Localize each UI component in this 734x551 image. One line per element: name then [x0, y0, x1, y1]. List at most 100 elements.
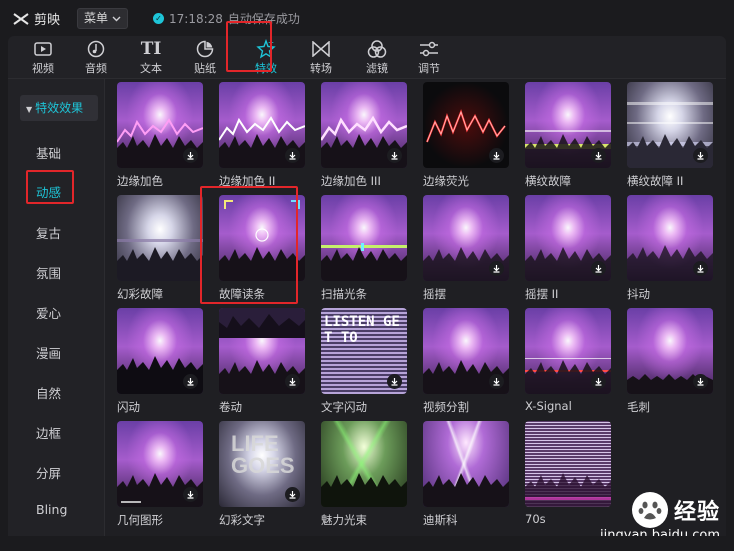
- download-icon[interactable]: [183, 148, 198, 163]
- effect-tile[interactable]: 抖动: [627, 195, 713, 302]
- effect-label: X-Signal: [525, 399, 572, 413]
- menu-button[interactable]: 菜单: [77, 8, 129, 29]
- effect-tile[interactable]: 边缘加色 III: [321, 82, 407, 189]
- category-basic[interactable]: 基础: [36, 143, 61, 162]
- adjust-icon: [420, 41, 438, 57]
- effect-tile[interactable]: 边缘荧光: [423, 82, 509, 189]
- effect-tile[interactable]: 边缘加色 II: [219, 82, 305, 189]
- download-icon[interactable]: [591, 261, 606, 276]
- effect-tile[interactable]: 边缘加色: [117, 82, 203, 189]
- effect-tile[interactable]: 卷动: [219, 308, 305, 415]
- tab-adjust[interactable]: 调节: [406, 39, 452, 77]
- category-nature[interactable]: 自然: [36, 383, 61, 402]
- download-icon[interactable]: [285, 374, 300, 389]
- effect-thumbnail: [117, 195, 203, 281]
- effect-tile[interactable]: LIFE GOES 幻彩文字: [219, 421, 305, 528]
- effect-tile[interactable]: 几何图形: [117, 421, 203, 528]
- baidu-paw-icon: [631, 492, 668, 528]
- download-icon[interactable]: [387, 374, 402, 389]
- category-border[interactable]: 边框: [36, 423, 61, 442]
- effect-tile[interactable]: LISTEN GET TO 文字闪动: [321, 308, 407, 415]
- tab-text[interactable]: TI 文本: [128, 39, 174, 77]
- download-icon[interactable]: [489, 261, 504, 276]
- tab-video[interactable]: 视频: [20, 39, 66, 77]
- tab-text-label: 文本: [140, 62, 162, 75]
- effect-label: 视频分割: [423, 400, 469, 414]
- download-icon[interactable]: [591, 148, 606, 163]
- effect-thumbnail: [525, 421, 611, 507]
- download-icon[interactable]: [693, 374, 708, 389]
- download-icon[interactable]: [183, 487, 198, 502]
- effect-label: 闪动: [117, 400, 140, 414]
- category-comic[interactable]: 漫画: [36, 343, 61, 362]
- effect-thumbnail: [117, 308, 203, 394]
- category-love[interactable]: 爱心: [36, 303, 61, 322]
- effect-tile[interactable]: 摇摆: [423, 195, 509, 302]
- crowd-silhouette: [321, 247, 407, 281]
- title-bar: 剪映 菜单 ✓ 17:18:28 自动保存成功: [0, 0, 734, 36]
- effect-tile[interactable]: 扫描光条: [321, 195, 407, 302]
- effect-label: 几何图形: [117, 513, 163, 527]
- text-icon: TI: [140, 39, 162, 59]
- effect-label: 文字闪动: [321, 400, 367, 414]
- download-icon[interactable]: [387, 148, 402, 163]
- effect-thumbnail: [423, 308, 509, 394]
- effect-tile[interactable]: 横纹故障 II: [627, 82, 713, 189]
- effect-label: 摇摆 II: [525, 287, 559, 301]
- download-icon[interactable]: [693, 261, 708, 276]
- effect-thumbnail: [525, 82, 611, 168]
- tab-filter[interactable]: 滤镜: [354, 39, 400, 77]
- category-retro[interactable]: 复古: [36, 223, 61, 242]
- video-icon: [34, 42, 52, 56]
- effect-tile[interactable]: X-Signal: [525, 308, 611, 413]
- download-icon[interactable]: [489, 374, 504, 389]
- effect-label: 摇摆: [423, 287, 446, 301]
- highlight-effects-tab: [226, 21, 272, 72]
- download-icon[interactable]: [693, 148, 708, 163]
- effect-tile[interactable]: 魅力光束: [321, 421, 407, 528]
- check-icon: ✓: [153, 13, 164, 24]
- effect-label: 幻彩文字: [219, 513, 265, 527]
- category-atmosphere[interactable]: 氛围: [36, 263, 61, 282]
- category-split-screen[interactable]: 分屏: [36, 463, 61, 482]
- effect-tile[interactable]: 幻彩故障: [117, 195, 203, 302]
- tab-audio[interactable]: 音频: [73, 39, 119, 77]
- download-icon[interactable]: [183, 374, 198, 389]
- capcut-logo-icon: [13, 12, 29, 25]
- tab-sticker[interactable]: 贴纸: [182, 39, 228, 77]
- effect-tile[interactable]: 毛刺: [627, 308, 713, 415]
- effect-thumbnail: [219, 308, 305, 394]
- effect-tile[interactable]: 70s: [525, 421, 611, 526]
- download-icon[interactable]: [285, 487, 300, 502]
- audio-icon: [87, 40, 105, 58]
- effect-tile[interactable]: 迪斯科: [423, 421, 509, 528]
- watermark-brand: 经验: [673, 500, 720, 525]
- sticker-icon: [196, 40, 214, 58]
- tab-video-label: 视频: [32, 62, 54, 75]
- effect-label: 魅力光束: [321, 513, 367, 527]
- effect-label: 抖动: [627, 287, 650, 301]
- effect-thumbnail: LIFE GOES: [219, 421, 305, 507]
- effect-tile[interactable]: 闪动: [117, 308, 203, 415]
- download-icon[interactable]: [489, 148, 504, 163]
- tab-transition[interactable]: 转场: [298, 39, 344, 77]
- category-bling[interactable]: Bling: [36, 502, 67, 517]
- effect-thumbnail: [321, 82, 407, 168]
- effect-thumbnail: [219, 82, 305, 168]
- status-time: 17:18:28: [169, 11, 223, 26]
- download-icon[interactable]: [285, 148, 300, 163]
- effect-tile[interactable]: 横纹故障: [525, 82, 611, 189]
- effect-tile[interactable]: 视频分割: [423, 308, 509, 415]
- effect-thumbnail: [627, 82, 713, 168]
- effects-sidebar: ▼ 特效效果 基础 动感 复古 氛围 爱心 漫画 自然 边框 分屏 Bling: [8, 79, 105, 536]
- effect-thumbnail: [627, 308, 713, 394]
- category-header[interactable]: ▼ 特效效果: [20, 95, 98, 121]
- app-name: 剪映: [34, 13, 61, 28]
- effect-label: 70s: [525, 512, 546, 526]
- effect-tile[interactable]: 摇摆 II: [525, 195, 611, 302]
- download-icon[interactable]: [591, 374, 606, 389]
- chevron-down-icon: [112, 16, 121, 21]
- effect-thumbnail: [117, 82, 203, 168]
- effect-thumbnail: [321, 421, 407, 507]
- effect-thumbnail: [525, 308, 611, 394]
